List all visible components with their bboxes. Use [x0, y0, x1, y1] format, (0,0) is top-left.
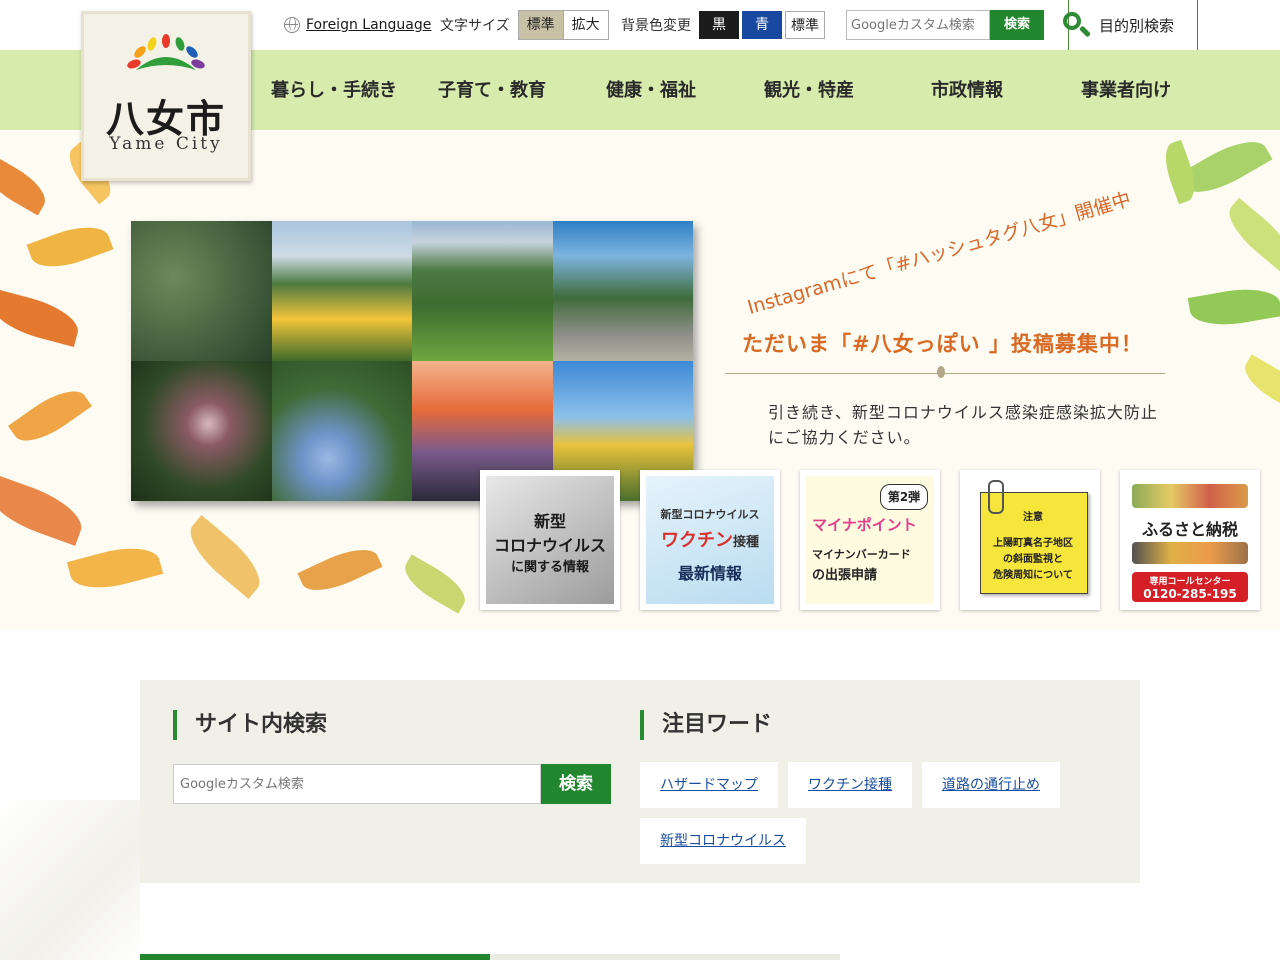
purpose-search-button[interactable]: 目的別検索	[1063, 0, 1198, 52]
keyword-road-closure[interactable]: 道路の通行止め	[922, 762, 1060, 808]
site-search-input[interactable]	[173, 764, 541, 804]
font-size-control: 文字サイズ 標準 拡大	[440, 0, 609, 50]
banner-vaccine[interactable]: 新型コロナウイルス ワクチン接種 最新情報	[640, 470, 780, 610]
call-center-badge: 専用コールセンター 0120-285-195	[1132, 572, 1248, 602]
leaf-decoration	[179, 515, 271, 599]
leaf-decoration	[0, 474, 89, 546]
foreign-language-link[interactable]: Foreign Language	[306, 17, 431, 33]
font-size-large-button[interactable]: 拡大	[562, 11, 608, 39]
leaf-decoration	[297, 539, 383, 601]
leaf-decoration	[1237, 354, 1280, 414]
font-size-standard-button[interactable]: 標準	[518, 11, 563, 39]
banner-landslide-notice[interactable]: 注意 上陽町真名子地区 の斜面監視と 危険周知について	[960, 470, 1100, 610]
globe-icon	[284, 17, 300, 33]
banner-vaccine-word: ワクチン	[660, 530, 733, 551]
search-icon	[1063, 11, 1091, 40]
keyword-covid[interactable]: 新型コロナウイルス	[640, 818, 806, 864]
banner-landslide-tag: 注意	[1023, 512, 1043, 523]
banner-vaccine-line2: ワクチン接種	[646, 526, 774, 552]
banner-landslide-line3: 危険周知について	[993, 570, 1073, 581]
banner-mynapoint[interactable]: 第2弾 マイナポイント マイナンバーカード の出張申請	[800, 470, 940, 610]
divider	[725, 373, 1165, 374]
tab-inactive[interactable]	[490, 954, 840, 960]
nav-item-living[interactable]: 暮らし・手続き	[271, 50, 397, 130]
leaf-decoration	[397, 554, 473, 614]
site-search-heading: サイト内検索	[173, 710, 327, 740]
banner-mynapoint-title: マイナポイント	[812, 516, 917, 534]
banner-landslide-line1: 上陽町真名子地区	[993, 538, 1073, 549]
banner-mynapoint-line1: マイナンバーカード	[812, 548, 911, 561]
photo-hydrangea	[271, 361, 412, 501]
keywords-heading: 注目ワード	[640, 710, 772, 740]
background-pattern	[0, 800, 140, 960]
hero-slideshow: Instagramにて「#ハッシュタグ八女」開催中 ただいま「#八女っぽい 」投…	[0, 130, 1280, 630]
nav-item-tourism[interactable]: 観光・特産	[764, 50, 854, 130]
bg-color-label: 背景色変更	[621, 18, 691, 34]
banner-landslide-line2: の斜面監視と	[1003, 554, 1063, 565]
logo-name-en: Yame City	[109, 134, 223, 154]
products-image	[1132, 484, 1248, 508]
photo-sunflower-field	[271, 221, 412, 361]
campaign-headline: ただいま「#八女っぽい 」投稿募集中！	[742, 332, 1143, 356]
instagram-campaign-text: Instagramにて「#ハッシュタグ八女」開催中	[745, 188, 1134, 319]
leaf-decoration	[26, 217, 114, 277]
covid-notice: 引き続き、新型コロナウイルス感染症感染拡大防止にご協力ください。	[768, 403, 1158, 447]
logo-mark-icon	[127, 34, 205, 70]
bg-standard-button[interactable]: 標準	[785, 11, 825, 39]
banner-covid-line3: に関する情報	[510, 560, 589, 575]
bg-blue-button[interactable]: 青	[742, 11, 782, 39]
banner-mynapoint-line2: の出張申請	[812, 568, 878, 583]
products-image	[1132, 542, 1248, 564]
banner-mynapoint-tag: 第2弾	[880, 484, 928, 510]
foreign-language: Foreign Language	[284, 0, 431, 50]
header-search-button[interactable]: 検索	[990, 10, 1044, 40]
font-size-buttons: 標準 拡大	[517, 10, 609, 40]
photo-lily-pads	[131, 221, 272, 361]
nav-item-childcare[interactable]: 子育て・教育	[438, 50, 546, 130]
banner-covid-line2: コロナウイルス	[493, 536, 606, 555]
banner-furusato-line1: 専用コールセンター	[1149, 577, 1231, 587]
banner-vaccine-line1: 新型コロナウイルス	[660, 508, 760, 521]
header-search: 検索	[846, 0, 1044, 50]
keyword-vaccine[interactable]: ワクチン接種	[788, 762, 912, 808]
purpose-search-label: 目的別検索	[1099, 17, 1175, 35]
nav-item-health[interactable]: 健康・福祉	[606, 50, 696, 130]
photo-stone-bridge	[552, 221, 693, 361]
bg-color-buttons: 黒 青 標準	[699, 11, 825, 39]
photo-collage[interactable]	[131, 221, 693, 501]
bg-black-button[interactable]: 黒	[699, 11, 739, 39]
header-search-input[interactable]	[846, 10, 990, 40]
leaf-decoration	[0, 154, 53, 216]
banner-furusato-phone: 0120-285-195	[1143, 587, 1237, 601]
bg-color-control: 背景色変更 黒 青 標準	[621, 0, 825, 50]
banner-covid-info[interactable]: 新型 コロナウイルス に関する情報	[480, 470, 620, 610]
keyword-hazard-map[interactable]: ハザードマップ	[640, 762, 778, 808]
leaf-ornament-icon	[937, 366, 945, 378]
banner-vaccine-word2: 接種	[732, 535, 759, 550]
search-panel: サイト内検索 検索 注目ワード ハザードマップ ワクチン接種 道路の通行止め 新…	[140, 680, 1140, 883]
banner-furusato-title: ふるさと納税	[1141, 520, 1238, 539]
banner-covid-line1: 新型	[533, 512, 566, 531]
nav-item-business[interactable]: 事業者向け	[1081, 50, 1171, 130]
leaf-decoration	[0, 288, 84, 348]
banner-furusato-tax[interactable]: ふるさと納税 専用コールセンター 0120-285-195	[1120, 470, 1260, 610]
leaf-decoration	[66, 538, 164, 598]
leaf-decoration	[1219, 197, 1280, 273]
photo-tea-fields	[412, 221, 553, 361]
nav-item-city-info[interactable]: 市政情報	[931, 50, 1003, 130]
tab-active[interactable]	[140, 954, 490, 960]
city-logo[interactable]: 八女市 Yame City	[81, 11, 251, 181]
photo-lilies	[131, 361, 272, 501]
leaf-decoration	[8, 379, 92, 453]
leaf-decoration	[1187, 282, 1280, 332]
site-search-button[interactable]: 検索	[541, 764, 611, 804]
banner-vaccine-line3: 最新情報	[677, 564, 742, 583]
font-size-label: 文字サイズ	[440, 18, 510, 34]
